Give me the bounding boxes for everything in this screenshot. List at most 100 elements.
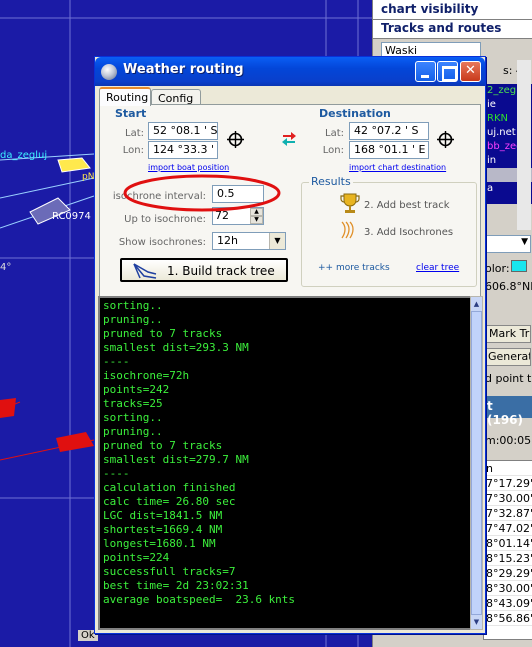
log-line: sorting.. [103, 299, 163, 312]
swap-arrows-icon[interactable] [281, 131, 297, 147]
scroll-down-icon[interactable]: ▼ [471, 615, 482, 629]
log-line: calc time= 26.80 sec [103, 495, 236, 508]
log-scrollbar[interactable]: ▲ ▼ [470, 296, 483, 630]
generate-button[interactable]: Generate [485, 348, 531, 366]
import-boat-position-link[interactable]: import boat position [148, 163, 229, 172]
track-distance: 606.8°NM [485, 280, 532, 293]
crosshair-icon[interactable] [227, 131, 244, 148]
table-row[interactable]: 7°30.00'E [484, 491, 532, 506]
import-chart-destination-link[interactable]: import chart destination [349, 163, 446, 172]
track-tree-icon [133, 263, 157, 279]
log-console[interactable]: sorting.. pruning.. pruned to 7 tracks smal… [98, 296, 470, 630]
map-label-boat: da_zegluj [0, 150, 48, 161]
style-dropdown[interactable] [483, 235, 531, 253]
map-label-boat-2: RC0974 [52, 211, 91, 222]
start-lat-label: Lat: [125, 128, 144, 139]
log-line: smallest dist=293.3 NM [103, 341, 249, 354]
log-line: ---- [103, 355, 130, 368]
add-point-hint: d point to se [485, 372, 532, 385]
maximize-button[interactable] [437, 61, 458, 82]
tab-config[interactable]: Config [151, 89, 201, 105]
scroll-thumb[interactable] [471, 311, 482, 615]
log-line: pruning.. [103, 313, 163, 326]
log-line: calculation finished [103, 481, 236, 494]
coords-header: n [484, 461, 532, 476]
log-line: shortest=1669.4 NM [103, 523, 223, 536]
log-line: pruning.. [103, 425, 163, 438]
show-isochrones-label: Show isochrones: [118, 237, 206, 248]
destination-title: Destination [319, 107, 391, 120]
build-track-tree-button[interactable]: 1. Build track tree [120, 258, 288, 282]
table-row[interactable]: 7°47.02'E [484, 521, 532, 536]
add-isochrones-label[interactable]: 3. Add Isochrones [364, 227, 453, 238]
table-row[interactable]: 8°30.00'E [484, 581, 532, 596]
dest-lon-label: Lon: [322, 145, 344, 156]
log-line: LGC dist=1841.5 NM [103, 509, 223, 522]
table-row[interactable]: 8°29.29'E [484, 566, 532, 581]
table-row[interactable]: 7°17.29'E [484, 476, 532, 491]
show-isochrones-value: 12h [217, 234, 238, 247]
chevron-down-icon[interactable]: ▼ [269, 233, 285, 249]
tab-routing[interactable]: Routing [99, 87, 151, 106]
mark-track-button[interactable]: Mark Track [485, 325, 531, 343]
results-group: Results 2. Add best track 3. Add Isochro… [301, 175, 477, 287]
coords-table[interactable]: n 7°17.29'E 7°30.00'E 7°32.87'E 7°47.02'… [483, 460, 532, 640]
log-line: pruned to 7 tracks [103, 439, 223, 452]
highlight-ellipse [123, 174, 281, 212]
spin-down-icon[interactable]: ▼ [250, 216, 263, 224]
add-best-track-label[interactable]: 2. Add best track [364, 200, 450, 211]
up-to-isochrone-label: Up to isochrone: [124, 214, 206, 225]
crosshair-icon[interactable] [437, 131, 454, 148]
title-bar[interactable]: Weather routing ✕ [95, 57, 485, 86]
log-line: isochrone=72h [103, 369, 190, 382]
log-line: points=224 [103, 551, 170, 564]
log-line: pruned to 7 tracks [103, 327, 223, 340]
table-row[interactable]: 7°32.87'E [484, 506, 532, 521]
start-lon-label: Lon: [122, 145, 144, 156]
dest-lon-field[interactable]: 168 °01.1 ' E [349, 141, 429, 159]
track-time: m:00:05:1 [485, 434, 532, 447]
log-output: sorting.. pruning.. pruned to 7 tracks smal… [103, 299, 295, 607]
log-line: best time= 2d 23:02:31 [103, 579, 249, 592]
more-tracks-link[interactable]: ++ more tracks [318, 263, 390, 273]
routing-panel: Start Lat: 52 °08.1 ' S Lon: 124 °33.3 '… [99, 104, 481, 298]
track-list-scrollbar[interactable] [517, 60, 531, 230]
app-icon [101, 64, 117, 80]
points-table-header: t (196) [483, 396, 532, 427]
weather-routing-dialog: Weather routing ✕ Routing Config Start L… [94, 56, 486, 634]
start-lon-field[interactable]: 124 °33.3 ' E [148, 141, 218, 159]
dest-lat-label: Lat: [325, 128, 344, 139]
tracks-routes-header[interactable]: Tracks and routes [373, 20, 532, 39]
table-row[interactable]: 8°43.09'E [484, 596, 532, 611]
color-label: olor: [485, 262, 510, 275]
minimize-button[interactable] [415, 61, 436, 82]
results-title: Results [309, 175, 353, 188]
isochrones-icon[interactable] [340, 220, 360, 240]
log-line: sorting.. [103, 411, 163, 424]
log-line: points=242 [103, 383, 170, 396]
clear-tree-link[interactable]: clear tree [416, 263, 459, 273]
build-track-tree-label: 1. Build track tree [167, 264, 275, 278]
dest-lat-field[interactable]: 42 °07.2 ' S [349, 122, 429, 140]
map-grid-label: 4° [0, 262, 12, 273]
table-row[interactable]: 8°56.86'E [484, 611, 532, 626]
log-line: ---- [103, 467, 130, 480]
log-line: longest=1680.1 NM [103, 537, 216, 550]
close-button[interactable]: ✕ [460, 61, 481, 82]
log-line: tracks=25 [103, 397, 163, 410]
dialog-title: Weather routing [123, 62, 244, 77]
log-line: smallest dist=279.7 NM [103, 453, 249, 466]
map-label-small: pN [82, 172, 95, 182]
color-swatch[interactable] [511, 260, 527, 272]
table-row[interactable]: 8°01.14'E [484, 536, 532, 551]
start-lat-field[interactable]: 52 °08.1 ' S [148, 122, 218, 140]
show-isochrones-select[interactable]: 12h ▼ [212, 232, 286, 250]
close-icon: ✕ [465, 63, 476, 78]
log-line: average boatspeed= 23.6 knts [103, 593, 296, 606]
start-title: Start [115, 107, 147, 120]
chart-visibility-header[interactable]: chart visibility [373, 0, 532, 20]
log-line: successfull tracks=7 [103, 565, 236, 578]
trophy-icon[interactable] [340, 193, 360, 215]
scroll-up-icon[interactable]: ▲ [471, 297, 482, 311]
table-row[interactable]: 8°15.23'E [484, 551, 532, 566]
